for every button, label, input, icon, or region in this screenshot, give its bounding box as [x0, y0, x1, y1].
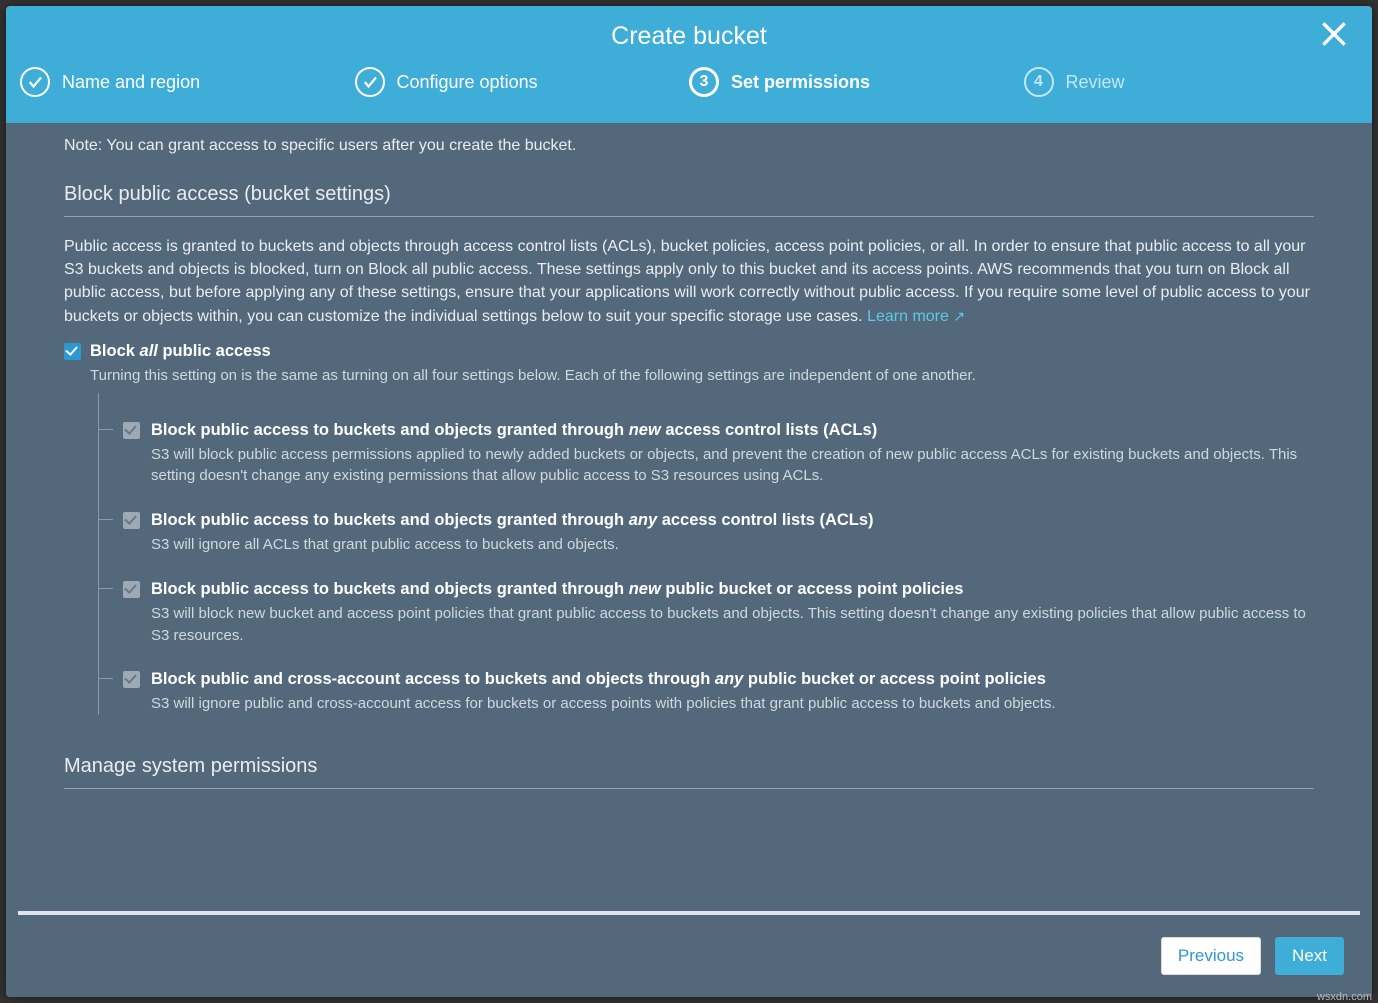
child-subtext: S3 will block new bucket and access poin…	[151, 603, 1314, 647]
step-label: Configure options	[397, 72, 538, 93]
child-checkbox[interactable]	[123, 671, 140, 688]
wizard-steps: Name and region Configure options 3 Set …	[6, 67, 1372, 123]
child-checkbox[interactable]	[123, 512, 140, 529]
child-title: Block public access to buckets and objec…	[151, 580, 1314, 599]
child-checkbox[interactable]	[123, 581, 140, 598]
external-link-icon: ↗	[953, 308, 965, 324]
modal-title: Create bucket	[6, 22, 1372, 51]
child-option-any-policies: Block public and cross-account access to…	[99, 670, 1314, 715]
divider	[64, 216, 1314, 217]
block-all-checkbox[interactable]	[64, 343, 81, 360]
manage-system-permissions-title: Manage system permissions	[64, 755, 1314, 778]
child-title: Block public access to buckets and objec…	[151, 421, 1314, 440]
step-name-region[interactable]: Name and region	[20, 67, 355, 97]
step-configure-options[interactable]: Configure options	[355, 67, 690, 97]
close-icon[interactable]	[1318, 18, 1350, 50]
child-subtext: S3 will ignore all ACLs that grant publi…	[151, 534, 1314, 556]
check-icon	[20, 67, 50, 97]
previous-button[interactable]: Previous	[1161, 937, 1261, 975]
step-label: Review	[1066, 72, 1125, 93]
divider	[64, 788, 1314, 789]
step-label: Set permissions	[731, 72, 870, 93]
child-option-new-acls: Block public access to buckets and objec…	[99, 421, 1314, 488]
child-title: Block public access to buckets and objec…	[151, 511, 1314, 530]
step-number: 3	[689, 67, 719, 97]
child-options: Block public access to buckets and objec…	[98, 393, 1314, 716]
block-all-title: Block all public access	[90, 342, 1314, 361]
step-set-permissions[interactable]: 3 Set permissions	[689, 67, 1024, 97]
note-text: Note: You can grant access to specific u…	[64, 137, 1314, 155]
create-bucket-modal: Create bucket Name and region Configure …	[6, 6, 1372, 997]
child-subtext: S3 will ignore public and cross-account …	[151, 693, 1314, 715]
check-icon	[355, 67, 385, 97]
child-title: Block public and cross-account access to…	[151, 670, 1314, 689]
step-review[interactable]: 4 Review	[1024, 67, 1359, 97]
child-checkbox[interactable]	[123, 422, 140, 439]
learn-more-link[interactable]: Learn more ↗	[867, 308, 965, 325]
modal-body[interactable]: Note: You can grant access to specific u…	[6, 123, 1372, 911]
desc-text: Public access is granted to buckets and …	[64, 238, 1310, 325]
child-option-any-acls: Block public access to buckets and objec…	[99, 511, 1314, 556]
watermark: wsxdn.com	[1317, 991, 1372, 1003]
child-option-new-policies: Block public access to buckets and objec…	[99, 580, 1314, 647]
step-label: Name and region	[62, 72, 200, 93]
block-all-option: Block all public access Turning this set…	[64, 342, 1314, 715]
block-all-subtext: Turning this setting on is the same as t…	[90, 365, 1314, 387]
next-button[interactable]: Next	[1275, 937, 1344, 975]
modal-footer: Previous Next	[6, 915, 1372, 997]
block-public-access-title: Block public access (bucket settings)	[64, 183, 1314, 206]
step-number: 4	[1024, 67, 1054, 97]
child-subtext: S3 will block public access permissions …	[151, 444, 1314, 488]
block-public-access-desc: Public access is granted to buckets and …	[64, 235, 1314, 328]
modal-header: Create bucket Name and region Configure …	[6, 6, 1372, 123]
